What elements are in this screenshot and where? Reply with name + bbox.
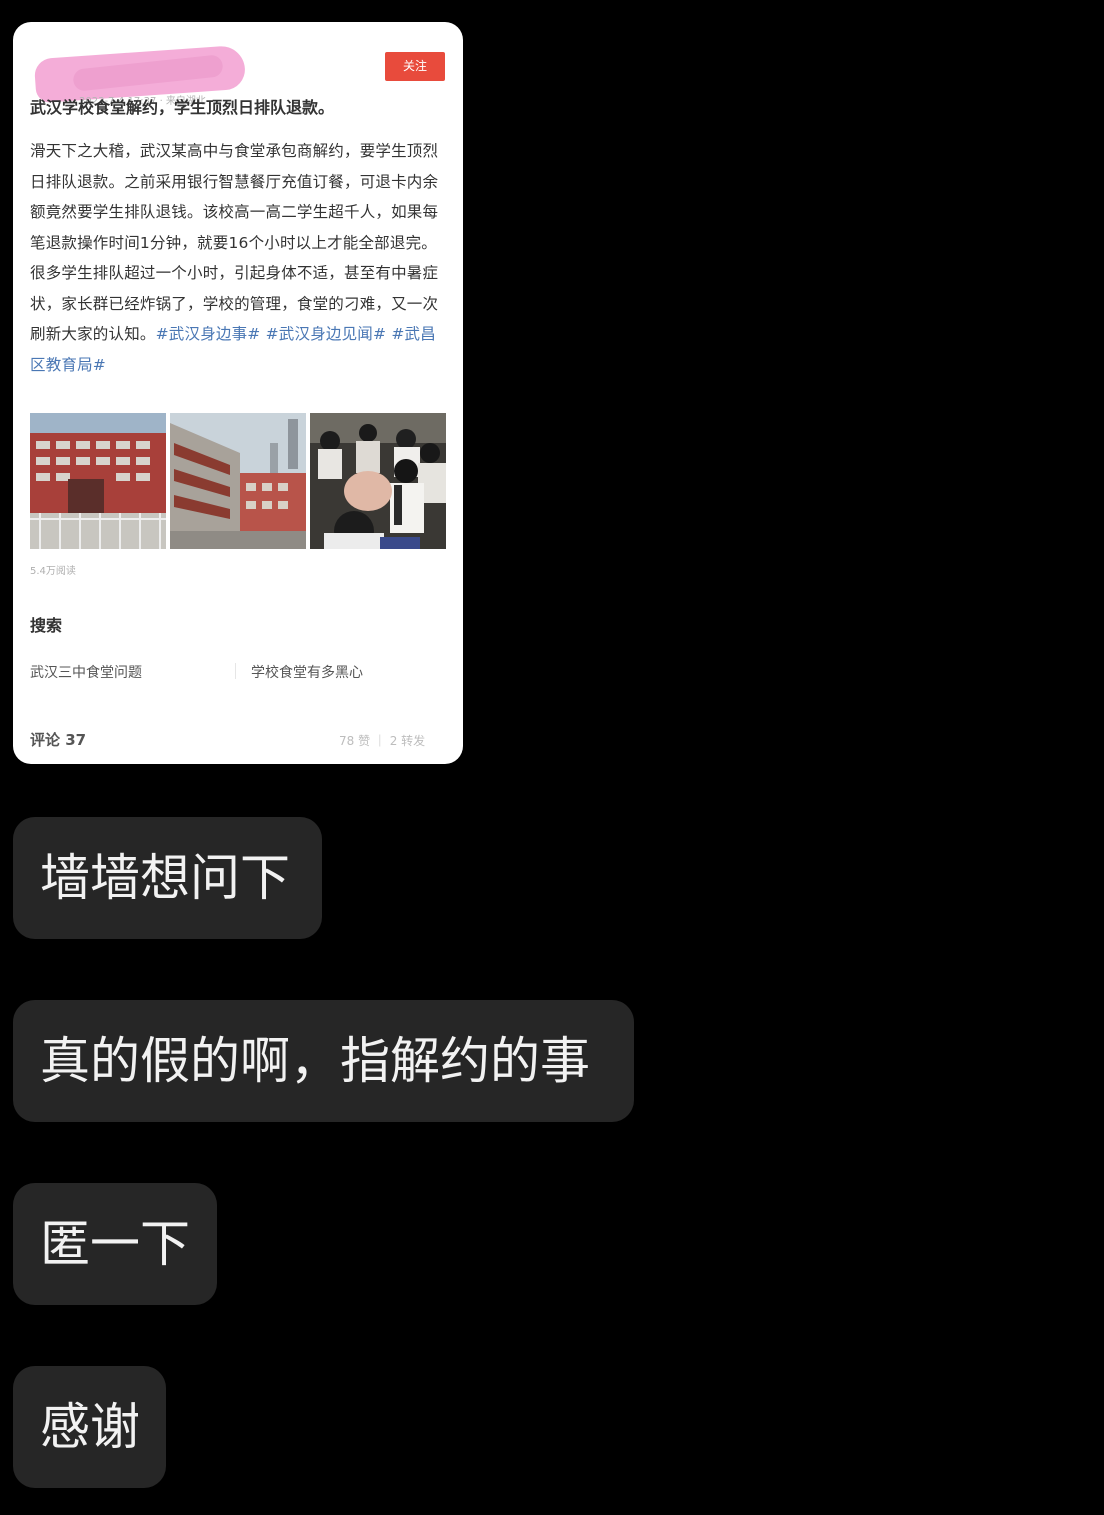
post-photo-grid [30,413,446,549]
students-queue-photo-icon[interactable] [310,413,446,549]
search-heading: 搜索 [30,616,63,635]
message-bubble[interactable]: 匿一下 [13,1183,217,1305]
search-suggestion[interactable]: 武汉三中食堂问题 [30,662,142,682]
message-bubble[interactable]: 真的假的啊，指解约的事 [13,1000,634,1122]
likes-reposts: 78 赞 ｜ 2 转发 [339,734,426,748]
search-suggestion[interactable]: 学校食堂有多黑心 [251,662,363,682]
view-count: 5.4万阅读 [30,566,76,577]
comment-count[interactable]: 评论 37 [30,729,86,750]
follow-button[interactable]: 关注 [385,52,445,81]
post-body: 滑天下之大稽，武汉某高中与食堂承包商解约，要学生顶烈日排队退款。之前采用银行智慧… [30,136,448,380]
post-title: 武汉学校食堂解约，学生顶烈日排队退款。 [30,98,335,117]
school-building-photo-icon[interactable] [30,413,166,549]
shared-post-screenshot[interactable]: 2023-7-4 17:37 · 来自湖北 关注 武汉学校食堂解约，学生顶烈日排… [13,22,463,764]
search-divider [235,663,236,679]
message-bubble[interactable]: 感谢 [13,1366,166,1488]
post-body-text: 滑天下之大稽，武汉某高中与食堂承包商解约，要学生顶烈日排队退款。之前采用银行智慧… [30,142,439,343]
message-bubble[interactable]: 墙墙想问下 [13,817,322,939]
school-building-side-photo-icon[interactable] [170,413,306,549]
